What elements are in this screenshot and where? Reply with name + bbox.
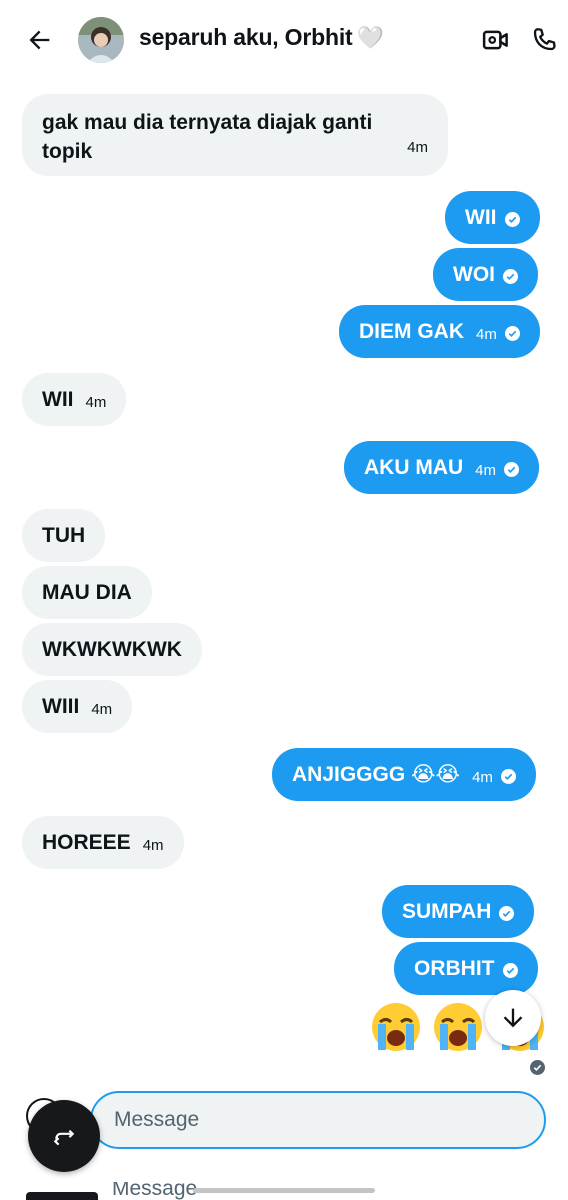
message-bubble-incoming[interactable]: HOREEE 4m — [22, 816, 184, 869]
sent-check-icon — [504, 212, 520, 227]
preview-thumbnail — [26, 1192, 98, 1200]
message-bubble-outgoing[interactable]: WII — [445, 191, 540, 244]
seen-check-icon — [530, 1060, 545, 1075]
message-bubble-incoming[interactable]: WKWKWKWK — [22, 623, 202, 676]
message-bubble-outgoing[interactable]: WOI — [433, 248, 538, 301]
message-text: DIEM GAK — [359, 319, 464, 343]
message-bubble-incoming[interactable]: gak mau dia ternyata diajak ganti topik … — [22, 94, 448, 176]
back-button[interactable] — [22, 22, 58, 58]
loudly-crying-face-emoji — [368, 1000, 424, 1056]
arrow-down-icon — [503, 1008, 523, 1028]
video-call-icon — [482, 30, 508, 50]
preview-text: Message — [112, 1182, 198, 1200]
message-time: 4m — [476, 326, 497, 343]
chat-header: separuh aku, Orbhit 🤍 — [0, 0, 568, 80]
message-bubble-outgoing[interactable]: DIEM GAK 4m — [339, 305, 540, 358]
home-indicator[interactable] — [193, 1188, 375, 1193]
message-bubble-incoming[interactable]: WII 4m — [22, 373, 127, 426]
sent-check-icon — [499, 906, 515, 921]
scroll-to-bottom-button[interactable] — [485, 990, 541, 1046]
message-text: WII — [42, 387, 74, 411]
chat-title-text: separuh aku, Orbhit — [139, 24, 353, 50]
message-text: WKWKWKWK — [42, 637, 182, 661]
sent-check-icon — [504, 326, 520, 341]
message-text: WII — [465, 205, 497, 229]
message-text: SUMPAH — [402, 899, 492, 923]
message-text: AKU MAU — [364, 455, 464, 479]
white-heart-emoji: 🤍 — [356, 25, 384, 50]
message-time: 4m — [142, 837, 164, 854]
message-time: 4m — [475, 462, 496, 479]
message-input[interactable] — [90, 1091, 546, 1149]
message-bubble-incoming[interactable]: MAU DIA — [22, 566, 152, 619]
message-time: 4m — [85, 394, 107, 411]
message-text: TUH — [42, 523, 86, 547]
video-call-button[interactable] — [478, 22, 514, 58]
refresh-arrows-icon — [53, 1129, 75, 1146]
message-text: MAU DIA — [42, 580, 132, 604]
message-text: WOI — [453, 262, 495, 286]
sent-check-icon — [504, 462, 519, 477]
message-bubble-outgoing[interactable]: AKU MAU 4m — [344, 441, 539, 494]
message-text: HOREEE — [42, 830, 131, 854]
message-bubble-outgoing[interactable]: SUMPAH — [382, 885, 535, 938]
message-bubble-incoming[interactable]: WIII 4m — [22, 680, 133, 733]
sent-check-icon — [502, 963, 518, 978]
message-text: WIII — [42, 694, 80, 718]
sent-check-icon — [500, 769, 516, 784]
avatar[interactable] — [78, 17, 124, 63]
message-time: 4m — [407, 139, 428, 156]
message-bubble-incoming[interactable]: TUH — [22, 509, 106, 562]
message-bubble-outgoing[interactable]: ANJIGGGG 😭😭 4m — [272, 748, 536, 801]
message-time: 4m — [472, 769, 493, 786]
phone-call-button[interactable] — [526, 22, 562, 58]
loudly-crying-face-emoji — [430, 1000, 486, 1056]
message-time: 4m — [91, 701, 113, 718]
message-text: ANJIGGGG 😭😭 — [292, 763, 461, 786]
chat-title[interactable]: separuh aku, Orbhit 🤍 — [139, 24, 384, 51]
sent-check-icon — [503, 269, 518, 284]
arrow-left-icon — [29, 30, 50, 50]
message-bubble-outgoing[interactable]: ORBHIT — [394, 942, 538, 995]
message-text: gak mau dia ternyata diajak ganti topik — [42, 111, 373, 163]
message-text: ORBHIT — [414, 956, 495, 980]
floating-action-button[interactable] — [28, 1100, 100, 1172]
phone-call-icon — [533, 28, 556, 51]
